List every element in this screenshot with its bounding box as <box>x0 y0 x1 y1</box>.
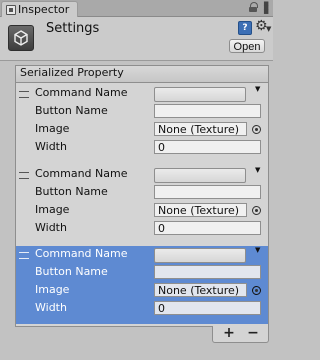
image-object-field[interactable]: None (Texture) <box>154 203 247 217</box>
image-label: Image <box>35 122 70 135</box>
width-label: Width <box>35 301 67 314</box>
chevron-down-icon[interactable]: ▼ <box>266 25 271 33</box>
object-picker-icon[interactable] <box>252 286 261 295</box>
image-label: Image <box>35 283 70 296</box>
width-row: Width 0 <box>16 220 268 238</box>
page-title: Settings <box>46 21 100 36</box>
button-name-label: Button Name <box>35 104 108 117</box>
image-row: Image None (Texture) <box>16 282 268 300</box>
command-name-row: Command Name ▼ <box>16 166 268 184</box>
button-name-label: Button Name <box>35 185 108 198</box>
image-object-field[interactable]: None (Texture) <box>154 283 247 297</box>
command-name-row: Command Name ▼ <box>16 246 268 264</box>
button-name-row: Button Name <box>16 184 268 202</box>
image-value: None (Texture) <box>158 284 240 297</box>
drag-handle-icon[interactable] <box>19 252 29 259</box>
button-name-label: Button Name <box>35 265 108 278</box>
button-name-field[interactable] <box>154 104 261 118</box>
tab-bar: Inspector ▪ ▪ ▪ <box>0 0 273 18</box>
button-name-row: Button Name <box>16 103 268 121</box>
command-name-dropdown[interactable] <box>154 248 246 263</box>
button-name-field[interactable] <box>154 185 261 199</box>
inspector-header: Settings ? ⚙ ▼ Open <box>0 17 273 61</box>
chevron-down-icon[interactable]: ▼ <box>255 85 260 93</box>
command-name-dropdown[interactable] <box>154 87 246 102</box>
tab-menu-icon[interactable]: ▪ ▪ ▪ <box>263 0 269 17</box>
lock-icon[interactable] <box>249 2 258 12</box>
command-name-row: Command Name ▼ <box>16 85 268 103</box>
tab-label: Inspector <box>18 3 70 16</box>
chevron-down-icon[interactable]: ▼ <box>255 246 260 254</box>
image-label: Image <box>35 203 70 216</box>
command-name-label: Command Name <box>35 247 128 260</box>
settings-asset-icon <box>8 25 34 51</box>
image-value: None (Texture) <box>158 123 240 136</box>
image-value: None (Texture) <box>158 204 240 217</box>
object-picker-icon[interactable] <box>252 125 261 134</box>
button-name-field[interactable] <box>154 265 261 279</box>
add-element-button[interactable]: + <box>219 326 239 342</box>
list-header: Serialized Property <box>16 66 268 83</box>
width-field[interactable]: 0 <box>154 301 261 315</box>
command-name-dropdown[interactable] <box>154 168 246 183</box>
width-row: Width 0 <box>16 139 268 157</box>
help-icon[interactable]: ? <box>238 21 252 35</box>
image-row: Image None (Texture) <box>16 121 268 139</box>
object-picker-icon[interactable] <box>252 206 261 215</box>
image-object-field[interactable]: None (Texture) <box>154 122 247 136</box>
list-element[interactable]: Command Name ▼ Button Name Image None (T… <box>16 85 268 163</box>
list-element-selected[interactable]: Command Name ▼ Button Name Image None (T… <box>16 246 268 324</box>
open-button[interactable]: Open <box>229 39 265 53</box>
drag-handle-icon[interactable] <box>19 91 29 98</box>
command-name-label: Command Name <box>35 167 128 180</box>
tab-inspector[interactable]: Inspector <box>1 1 78 18</box>
remove-element-button[interactable]: − <box>243 326 263 342</box>
width-value: 0 <box>158 222 165 235</box>
image-row: Image None (Texture) <box>16 202 268 220</box>
width-value: 0 <box>158 141 165 154</box>
width-row: Width 0 <box>16 300 268 318</box>
width-field[interactable]: 0 <box>154 221 261 235</box>
list-footer: + − <box>212 326 269 343</box>
width-label: Width <box>35 221 67 234</box>
list-header-label: Serialized Property <box>20 66 124 79</box>
chevron-down-icon[interactable]: ▼ <box>255 166 260 174</box>
width-label: Width <box>35 140 67 153</box>
width-value: 0 <box>158 302 165 315</box>
width-field[interactable]: 0 <box>154 140 261 154</box>
list-element[interactable]: Command Name ▼ Button Name Image None (T… <box>16 166 268 244</box>
button-name-row: Button Name <box>16 264 268 282</box>
drag-handle-icon[interactable] <box>19 172 29 179</box>
command-name-label: Command Name <box>35 86 128 99</box>
inspector-icon <box>6 5 16 15</box>
reorderable-list: Serialized Property Command Name ▼ Butto… <box>15 65 269 327</box>
